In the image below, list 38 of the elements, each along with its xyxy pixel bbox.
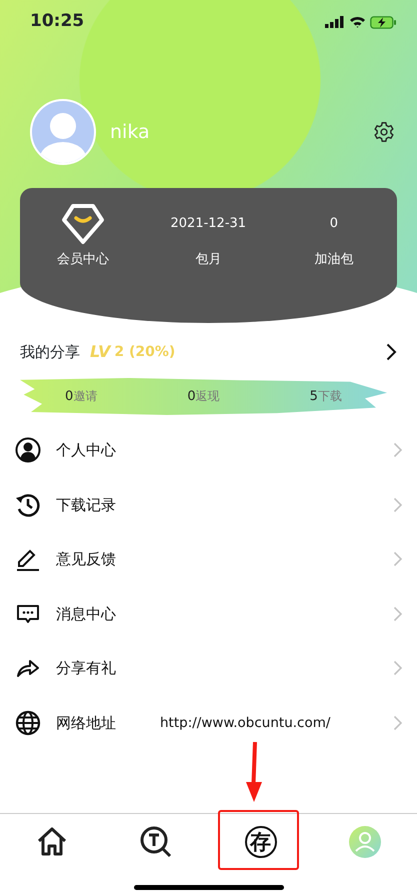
chevron-right-icon	[393, 660, 403, 676]
menu-item[interactable]: 下载记录	[0, 478, 417, 532]
chevron-right-icon	[393, 442, 403, 458]
menu-item[interactable]: 意见反馈	[0, 532, 417, 586]
share-title: 我的分享	[20, 342, 80, 363]
globe-icon	[15, 710, 41, 736]
chevron-right-icon	[393, 606, 403, 622]
menu-item[interactable]: 消息中心	[0, 586, 417, 641]
membership-value: 0	[330, 215, 338, 234]
chevron-right-icon	[393, 496, 403, 513]
settings-icon[interactable]	[373, 121, 395, 143]
membership-value: 2021-12-31	[170, 215, 246, 234]
username: nika	[110, 120, 150, 145]
battery-charging-icon	[370, 16, 397, 28]
chevron-right-icon	[393, 714, 403, 731]
signal-icon	[325, 16, 345, 28]
menu-item[interactable]: 分享有礼	[0, 641, 417, 696]
diamond-icon[interactable]	[60, 203, 105, 245]
annotation-arrow	[244, 742, 264, 804]
menu-item[interactable]: 网络地址 http://www.obcuntu.com/	[0, 696, 417, 750]
menu-item[interactable]: 个人中心	[0, 423, 417, 478]
chevron-right-icon	[393, 551, 403, 568]
history-clock-icon	[15, 492, 41, 518]
share-stat: 0邀请	[65, 388, 98, 406]
user-circle-icon	[15, 437, 41, 464]
membership-label[interactable]: 会员中心	[56, 250, 109, 270]
membership-label[interactable]: 包月	[195, 250, 222, 270]
status-time: 10:25	[30, 10, 84, 34]
search-icon[interactable]	[139, 825, 174, 859]
share-stat: 0返现	[187, 388, 220, 406]
chevron-right-icon[interactable]	[386, 343, 397, 361]
tab-store[interactable]: 存	[208, 822, 313, 862]
level-text: 2 (20%)	[114, 342, 176, 362]
home-icon[interactable]	[36, 826, 68, 858]
share-stat: 5下载	[310, 388, 342, 406]
membership-label[interactable]: 加油包	[314, 250, 354, 270]
level-label: LV	[90, 341, 110, 363]
wifi-icon	[349, 16, 366, 28]
